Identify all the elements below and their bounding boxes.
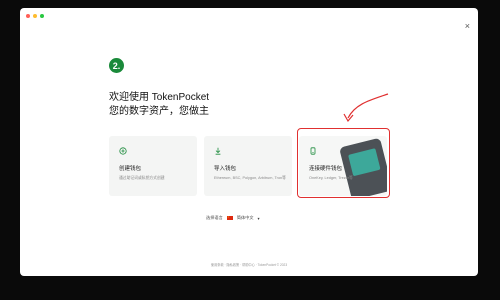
app-logo: 2. bbox=[109, 58, 124, 73]
minimize-dot[interactable] bbox=[33, 14, 37, 18]
plus-circle-icon bbox=[119, 147, 127, 155]
create-wallet-card[interactable]: 创建钱包 通过助记词或私钥方式创建 bbox=[109, 136, 197, 196]
import-arrow-icon bbox=[215, 147, 221, 155]
card-subtitle: Ethereum, BSC, Polygon, Arbitrum, Tron等 bbox=[214, 176, 286, 180]
language-value: 简体中文 bbox=[236, 215, 254, 220]
card-title: 创建钱包 bbox=[119, 166, 142, 172]
close-dot[interactable] bbox=[26, 14, 30, 18]
close-icon[interactable]: × bbox=[465, 22, 470, 31]
china-flag-icon bbox=[226, 216, 233, 220]
chevron-down-icon: ▾ bbox=[257, 215, 260, 221]
maximize-dot[interactable] bbox=[40, 14, 44, 18]
welcome-title: 欢迎使用 TokenPocket bbox=[109, 92, 210, 103]
card-subtitle: 通过助记词或私钥方式创建 bbox=[119, 176, 165, 180]
wallet-window: × 2. 欢迎使用 TokenPocket 您的数字资产，您做主 创建钱包 通过… bbox=[20, 8, 478, 276]
import-wallet-card[interactable]: 导入钱包 Ethereum, BSC, Polygon, Arbitrum, T… bbox=[204, 136, 292, 196]
annotation-highlight-box bbox=[297, 128, 390, 198]
footer-links[interactable]: 使用条款 · 隐私政策 · 帮助中心 · TokenPocket © 2023 bbox=[20, 262, 478, 267]
welcome-subtitle: 您的数字资产，您做主 bbox=[109, 106, 209, 117]
language-label: 选择语言 bbox=[206, 215, 223, 220]
language-selector[interactable]: 选择语言 简体中文 ▾ bbox=[206, 215, 260, 221]
window-controls bbox=[26, 14, 44, 18]
card-title: 导入钱包 bbox=[214, 166, 237, 172]
